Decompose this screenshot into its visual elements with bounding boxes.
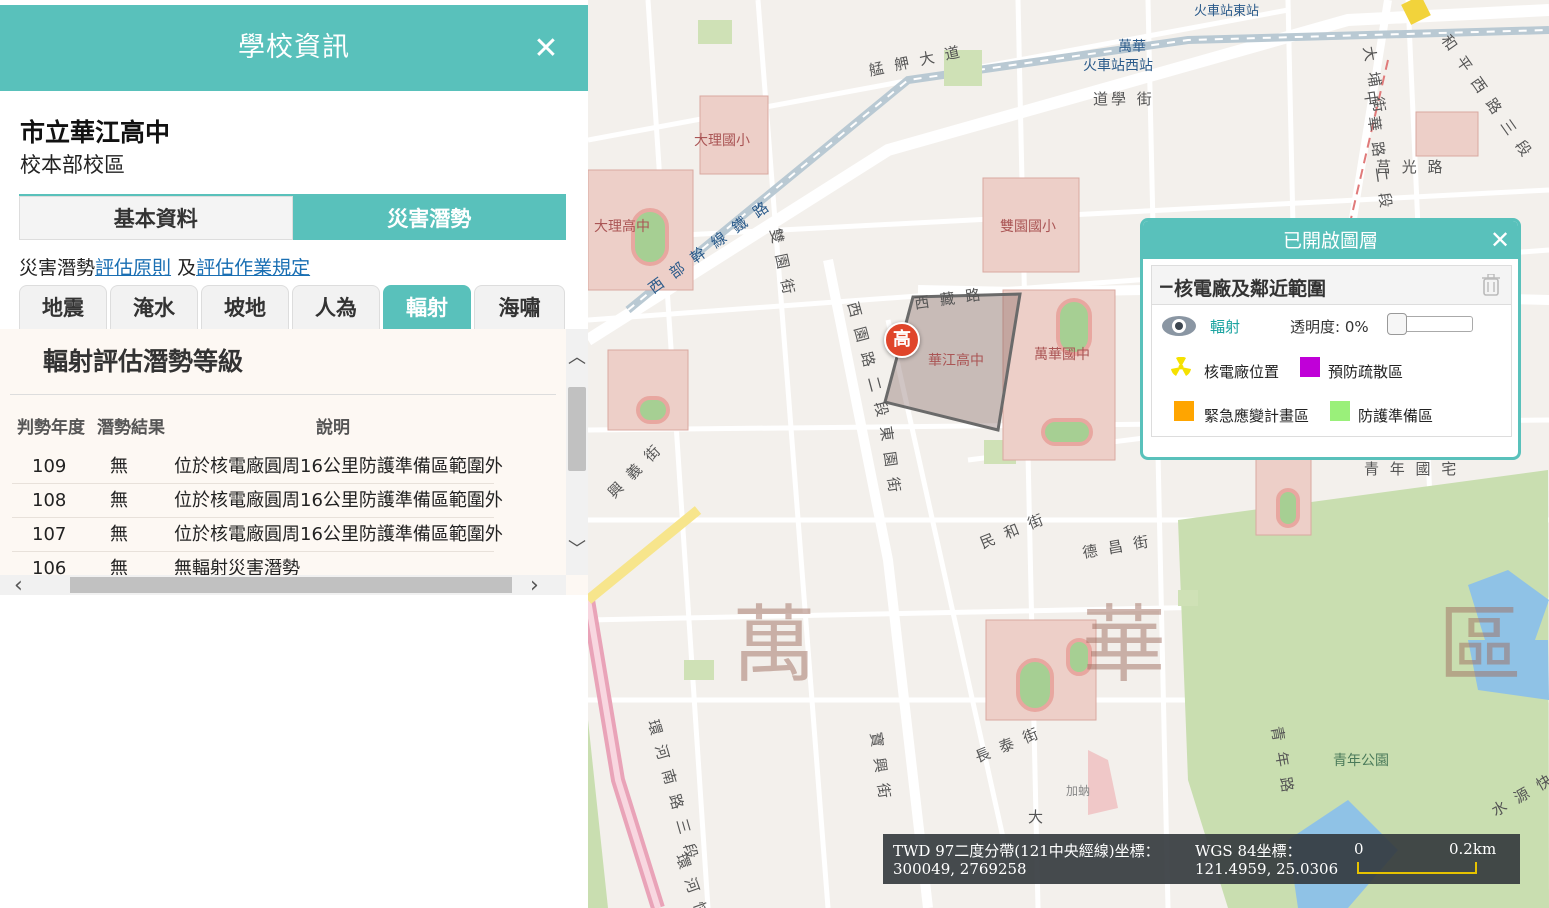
tab-tsunami[interactable]: 海嘯 xyxy=(474,285,565,329)
main-tabs: 基本資料 災害潛勢 xyxy=(19,194,566,240)
legend-evacuation-zone: 預防疏散區 xyxy=(1328,363,1404,381)
legend-swatch-preparedness xyxy=(1330,401,1350,421)
chevron-up-icon[interactable]: ︿ xyxy=(566,343,588,368)
twd97-value: 300049, 2769258 xyxy=(893,860,1027,878)
twd97-label: TWD 97二度分帶(121中央經線)坐標： xyxy=(893,842,1160,860)
map-label-wanhua: 萬華 xyxy=(1118,39,1146,55)
layer-group-header[interactable]: − 核電廠及鄰近範圍 xyxy=(1151,265,1512,305)
tab-earthquake[interactable]: 地震 xyxy=(19,285,107,329)
hazard-tabs: 地震 淹水 坡地 人為 輻射 海嘯 xyxy=(19,285,566,329)
layer-body: 輻射 透明度: 0% 核電廠位置 預防疏散區 緊急應變計畫區 防護準備區 xyxy=(1151,305,1512,437)
scrollbar-thumb[interactable] xyxy=(568,387,586,471)
radiation-content: 輻射評估潛勢等級 判勢年度 潛勢結果 說明 109 無 位於核電廠圓周16公里防… xyxy=(0,329,588,595)
tab-basic-info[interactable]: 基本資料 xyxy=(19,196,293,240)
district-char-qu: 區 xyxy=(1438,596,1523,694)
map-label-da: 大 xyxy=(1028,808,1047,826)
layer-popup-title: 已開啟圖層 xyxy=(1282,230,1378,252)
scale-max: 0.2km xyxy=(1449,840,1497,858)
map-label-huajiang: 華江高中 xyxy=(928,353,984,369)
map-label-station-west: 火車站西站 xyxy=(1083,58,1153,74)
eval-principles-link[interactable]: 評估原則 xyxy=(95,257,171,279)
row-year: 109 xyxy=(32,456,67,477)
eval-mid: 及 xyxy=(171,257,197,279)
chevron-left-icon[interactable]: ‹ xyxy=(14,573,23,598)
school-campus: 校本部校區 xyxy=(20,153,125,177)
row-result: 無 xyxy=(110,456,128,477)
close-icon[interactable]: ✕ xyxy=(1486,225,1514,255)
open-layers-popup: 已開啟圖層 ✕ − 核電廠及鄰近範圍 輻射 透明度: 0% 核電廠位置 預防疏散… xyxy=(1140,218,1521,460)
horizontal-scrollbar[interactable]: ‹ › xyxy=(0,573,566,598)
legend-preparedness-zone: 防護準備區 xyxy=(1358,407,1434,425)
chevron-right-icon[interactable]: › xyxy=(530,573,539,598)
legend-swatch-evacuation xyxy=(1300,357,1320,377)
table-row: 107 無 位於核電廠圓周16公里防護準備區範圍外 xyxy=(12,518,503,552)
vertical-scrollbar[interactable]: ︿ ﹀ xyxy=(566,329,588,575)
opacity-slider[interactable] xyxy=(1387,313,1473,335)
row-description: 位於核電廠圓周16公里防護準備區範圍外 xyxy=(174,490,503,511)
school-info-panel: 學校資訊 ✕ 市立華江高中 校本部校區 基本資料 災害潛勢 災害潛勢評估原則 及… xyxy=(0,0,588,908)
map-label-shuangyuan-elem: 雙園國小 xyxy=(1000,219,1056,235)
scale-zero: 0 xyxy=(1354,840,1364,858)
tab-human[interactable]: 人為 xyxy=(292,285,380,329)
school-name: 市立華江高中 xyxy=(20,118,171,147)
eval-prefix: 災害潛勢 xyxy=(19,257,96,279)
legend-swatch-emergency xyxy=(1174,401,1194,421)
map-label-wanhua-jh: 萬華國中 xyxy=(1034,347,1090,363)
trash-icon[interactable] xyxy=(1482,274,1500,296)
row-result: 無 xyxy=(110,490,128,511)
close-icon[interactable]: ✕ xyxy=(530,33,562,65)
table-row: 108 無 位於核電廠圓周16公里防護準備區範圍外 xyxy=(12,484,503,518)
chevron-down-icon[interactable]: ﹀ xyxy=(566,535,588,560)
row-result: 無 xyxy=(110,524,128,545)
legend-emergency-zone: 緊急應變計畫區 xyxy=(1204,407,1310,425)
district-char-hua: 華 xyxy=(1082,596,1167,694)
column-header-result: 潛勢結果 xyxy=(97,418,165,438)
map-label-daoxue-st: 道學 街 xyxy=(1093,90,1155,108)
row-year: 107 xyxy=(32,524,67,545)
map-label-dali-elem: 大理國小 xyxy=(694,133,750,149)
map-label-qingnian-home: 青 年 國 宅 xyxy=(1364,460,1460,478)
layer-popup-header: 已開啟圖層 ✕ xyxy=(1143,221,1518,259)
district-char-wan: 萬 xyxy=(732,596,817,694)
column-header-year: 判勢年度 xyxy=(17,418,85,438)
layer-group-name: 核電廠及鄰近範圍 xyxy=(1174,278,1327,300)
coordinate-bar: TWD 97二度分帶(121中央經線)坐標： 300049, 2769258 W… xyxy=(883,834,1520,884)
map-label-qingnian-park: 青年公園 xyxy=(1333,753,1389,769)
row-description: 位於核電廠圓周16公里防護準備區範圍外 xyxy=(174,524,503,545)
evaluation-links: 災害潛勢評估原則 及評估作業規定 xyxy=(19,253,310,280)
wgs84-label: WGS 84坐標： xyxy=(1195,842,1302,860)
eval-regulations-link[interactable]: 評估作業規定 xyxy=(196,257,310,279)
map-label-jiana: 加蚋 xyxy=(1066,784,1091,798)
tab-slope[interactable]: 坡地 xyxy=(201,285,289,329)
scale-bar xyxy=(1357,862,1477,874)
panel-title: 學校資訊 xyxy=(238,32,350,63)
map-label-station-east: 火車站東站 xyxy=(1194,4,1260,19)
panel-header: 學校資訊 ✕ xyxy=(0,5,588,91)
layer-name: 輻射 xyxy=(1210,318,1241,336)
section-title: 輻射評估潛勢等級 xyxy=(43,347,244,376)
column-header-description: 說明 xyxy=(316,418,350,438)
radiation-icon xyxy=(1171,357,1191,376)
tab-radiation[interactable]: 輻射 xyxy=(383,285,471,329)
eye-icon[interactable] xyxy=(1161,315,1197,337)
divider xyxy=(10,394,556,395)
legend-plant-location: 核電廠位置 xyxy=(1204,363,1280,381)
collapse-icon[interactable]: − xyxy=(1158,274,1175,298)
row-year: 108 xyxy=(32,490,67,511)
tab-hazard-potential[interactable]: 災害潛勢 xyxy=(292,196,566,240)
opacity-slider-handle[interactable] xyxy=(1387,313,1407,335)
scrollbar-thumb[interactable] xyxy=(70,577,512,593)
table-row: 109 無 位於核電廠圓周16公里防護準備區範圍外 xyxy=(12,450,503,484)
wgs84-value: 121.4959, 25.0306 xyxy=(1195,860,1339,878)
tab-flood[interactable]: 淹水 xyxy=(110,285,198,329)
opacity-label: 透明度: 0% xyxy=(1290,318,1369,336)
map-label-dali-high: 大理高中 xyxy=(594,219,650,235)
school-marker[interactable]: 高 xyxy=(884,322,920,358)
row-description: 位於核電廠圓周16公里防護準備區範圍外 xyxy=(174,456,503,477)
